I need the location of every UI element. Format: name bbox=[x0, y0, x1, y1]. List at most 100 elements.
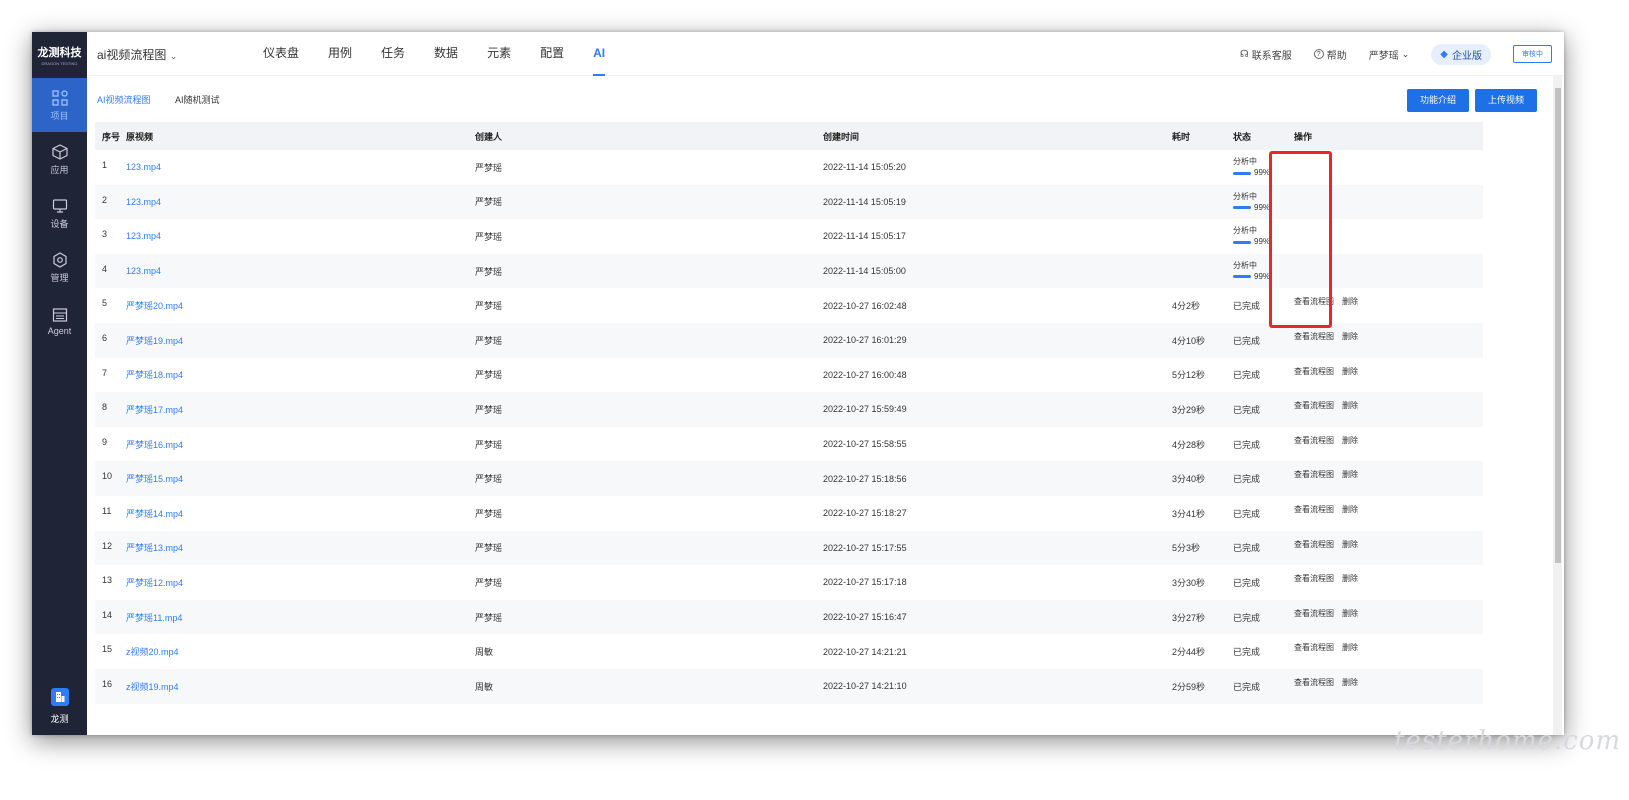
created-time: 2022-10-27 16:02:48 bbox=[823, 300, 907, 311]
row-index: 5 bbox=[102, 298, 108, 309]
delete-link[interactable]: 删除 bbox=[1342, 332, 1358, 341]
project-selector[interactable]: ai视频流程图 ⌄ bbox=[97, 46, 177, 63]
video-link[interactable]: 严梦瑶11.mp4 bbox=[126, 613, 182, 623]
creator: 严梦瑶 bbox=[475, 266, 503, 277]
progress-value: 99% bbox=[1254, 237, 1271, 247]
video-link[interactable]: 严梦瑶20.mp4 bbox=[126, 301, 183, 311]
sidebar-item-agent[interactable]: Agent bbox=[32, 294, 87, 348]
view-flowchart-link[interactable]: 查看流程图 bbox=[1294, 540, 1334, 549]
delete-link[interactable]: 删除 bbox=[1342, 609, 1358, 618]
intro-button[interactable]: 功能介绍 bbox=[1406, 89, 1469, 112]
delete-link[interactable]: 删除 bbox=[1342, 574, 1358, 583]
table-row: 14 严梦瑶11.mp4 严梦瑶 2022-10-27 15:16:47 3分27秒 已完… bbox=[95, 599, 1483, 635]
video-link[interactable]: 123.mp4 bbox=[126, 162, 161, 172]
view-flowchart-link[interactable]: 查看流程图 bbox=[1294, 505, 1334, 514]
tab-ai[interactable]: AI bbox=[593, 32, 606, 76]
sidebar-item-apps[interactable]: 应用 bbox=[32, 132, 87, 186]
video-link[interactable]: 严梦瑶14.mp4 bbox=[126, 509, 183, 519]
scrollbar-thumb[interactable] bbox=[1555, 88, 1561, 563]
sidebar-item-devices[interactable]: 设备 bbox=[32, 186, 87, 240]
delete-link[interactable]: 删除 bbox=[1342, 505, 1358, 514]
duration: 4分10秒 bbox=[1172, 335, 1206, 346]
video-link[interactable]: 123.mp4 bbox=[126, 231, 161, 241]
row-index: 2 bbox=[102, 194, 108, 205]
created-time: 2022-10-27 15:17:55 bbox=[823, 542, 907, 553]
support-link[interactable]: ☊ 联系客服 bbox=[1240, 47, 1292, 62]
tab-data[interactable]: 数据 bbox=[434, 32, 458, 76]
created-time: 2022-10-27 15:18:56 bbox=[823, 473, 907, 484]
video-link[interactable]: 严梦瑶12.mp4 bbox=[126, 578, 183, 588]
sidebar-bottom[interactable]: 龙测 bbox=[32, 688, 87, 725]
delete-link[interactable]: 删除 bbox=[1342, 436, 1358, 445]
sidebar-item-project[interactable]: 项目 bbox=[32, 78, 87, 132]
view-flowchart-link[interactable]: 查看流程图 bbox=[1294, 643, 1334, 652]
duration: 4分2秒 bbox=[1172, 301, 1201, 312]
progress-bar bbox=[1233, 171, 1251, 175]
user-menu[interactable]: 严梦瑶 ⌄ bbox=[1369, 47, 1410, 62]
video-link[interactable]: 严梦瑶19.mp4 bbox=[126, 336, 183, 346]
video-link[interactable]: z视频19.mp4 bbox=[126, 682, 179, 692]
creator: 严梦瑶 bbox=[475, 301, 503, 312]
tab-config[interactable]: 配置 bbox=[540, 32, 564, 76]
video-link[interactable]: 123.mp4 bbox=[126, 197, 161, 207]
main-nav: 仪表盘 用例 任务 数据 元素 配置 AI bbox=[263, 32, 634, 76]
view-flowchart-link[interactable]: 查看流程图 bbox=[1294, 436, 1334, 445]
creator: 严梦瑶 bbox=[475, 543, 503, 554]
video-link[interactable]: 严梦瑶13.mp4 bbox=[126, 543, 183, 553]
actions-cell: 查看流程图 删除 bbox=[1294, 392, 1483, 411]
video-link[interactable]: 严梦瑶15.mp4 bbox=[126, 474, 183, 484]
tab-tasks[interactable]: 任务 bbox=[381, 32, 405, 76]
breadcrumb-link[interactable]: AI视频流程图 bbox=[97, 95, 151, 105]
tab-dashboard[interactable]: 仪表盘 bbox=[263, 32, 299, 76]
scrollbar[interactable] bbox=[1553, 76, 1562, 735]
audit-status-button[interactable]: 审核中 bbox=[1513, 45, 1552, 63]
delete-link[interactable]: 删除 bbox=[1342, 540, 1358, 549]
status-cell: 已完成 bbox=[1233, 541, 1294, 554]
col-status: 状态 bbox=[1233, 131, 1252, 142]
video-link[interactable]: 严梦瑶17.mp4 bbox=[126, 405, 183, 415]
video-link[interactable]: 123.mp4 bbox=[126, 266, 161, 276]
video-link[interactable]: z视频20.mp4 bbox=[126, 647, 179, 657]
breadcrumb: AI视频流程图 AI随机测试 bbox=[97, 93, 220, 106]
sidebar-item-manage[interactable]: 管理 bbox=[32, 240, 87, 294]
actions-cell: 查看流程图 删除 bbox=[1294, 600, 1483, 619]
help-label: 帮助 bbox=[1326, 50, 1347, 62]
view-flowchart-link[interactable]: 查看流程图 bbox=[1294, 470, 1334, 479]
tab-cases[interactable]: 用例 bbox=[328, 32, 352, 76]
actions-cell: 查看流程图 删除 bbox=[1294, 496, 1483, 515]
header-right: ☊ 联系客服 ? 帮助 严梦瑶 ⌄ ◆ 企业版 审核中 bbox=[1218, 43, 1552, 65]
status-label: 已完成 bbox=[1233, 543, 1261, 554]
created-time: 2022-10-27 15:17:18 bbox=[823, 577, 907, 588]
tab-elements[interactable]: 元素 bbox=[487, 32, 511, 76]
view-flowchart-link[interactable]: 查看流程图 bbox=[1294, 367, 1334, 376]
video-link[interactable]: 严梦瑶16.mp4 bbox=[126, 440, 183, 450]
sidebar-item-label: Agent bbox=[47, 326, 72, 336]
status-cell: 已完成 bbox=[1233, 680, 1294, 693]
row-index: 10 bbox=[102, 471, 113, 482]
table-header: 序号 原视频 创建人 创建时间 耗时 状态 操作 bbox=[95, 122, 1483, 150]
view-flowchart-link[interactable]: 查看流程图 bbox=[1294, 609, 1334, 618]
status-label: 已完成 bbox=[1233, 370, 1261, 381]
view-flowchart-link[interactable]: 查看流程图 bbox=[1294, 678, 1334, 687]
edition-label: 企业版 bbox=[1452, 50, 1482, 62]
table-row: 11 严梦瑶14.mp4 严梦瑶 2022-10-27 15:18:27 3分41秒 已完… bbox=[95, 496, 1483, 531]
delete-link[interactable]: 删除 bbox=[1342, 297, 1358, 306]
delete-link[interactable]: 删除 bbox=[1342, 643, 1358, 652]
duration: 4分28秒 bbox=[1172, 439, 1206, 450]
delete-link[interactable]: 删除 bbox=[1342, 401, 1358, 410]
view-flowchart-link[interactable]: 查看流程图 bbox=[1294, 401, 1334, 410]
upload-video-button[interactable]: 上传视频 bbox=[1474, 89, 1537, 112]
logo: 龙测科技 DRAGON TESTING bbox=[32, 32, 87, 78]
delete-link[interactable]: 删除 bbox=[1342, 367, 1358, 376]
chevron-down-icon: ⌄ bbox=[169, 51, 178, 61]
help-link[interactable]: ? 帮助 bbox=[1313, 47, 1347, 62]
delete-link[interactable]: 删除 bbox=[1342, 678, 1358, 687]
view-flowchart-link[interactable]: 查看流程图 bbox=[1294, 332, 1334, 341]
duration: 3分29秒 bbox=[1172, 404, 1206, 415]
video-link[interactable]: 严梦瑶18.mp4 bbox=[126, 370, 183, 380]
created-time: 2022-10-27 14:21:21 bbox=[823, 646, 907, 657]
view-flowchart-link[interactable]: 查看流程图 bbox=[1294, 574, 1334, 583]
row-index: 4 bbox=[102, 263, 108, 274]
delete-link[interactable]: 删除 bbox=[1342, 470, 1358, 479]
monitor-icon bbox=[51, 197, 69, 215]
